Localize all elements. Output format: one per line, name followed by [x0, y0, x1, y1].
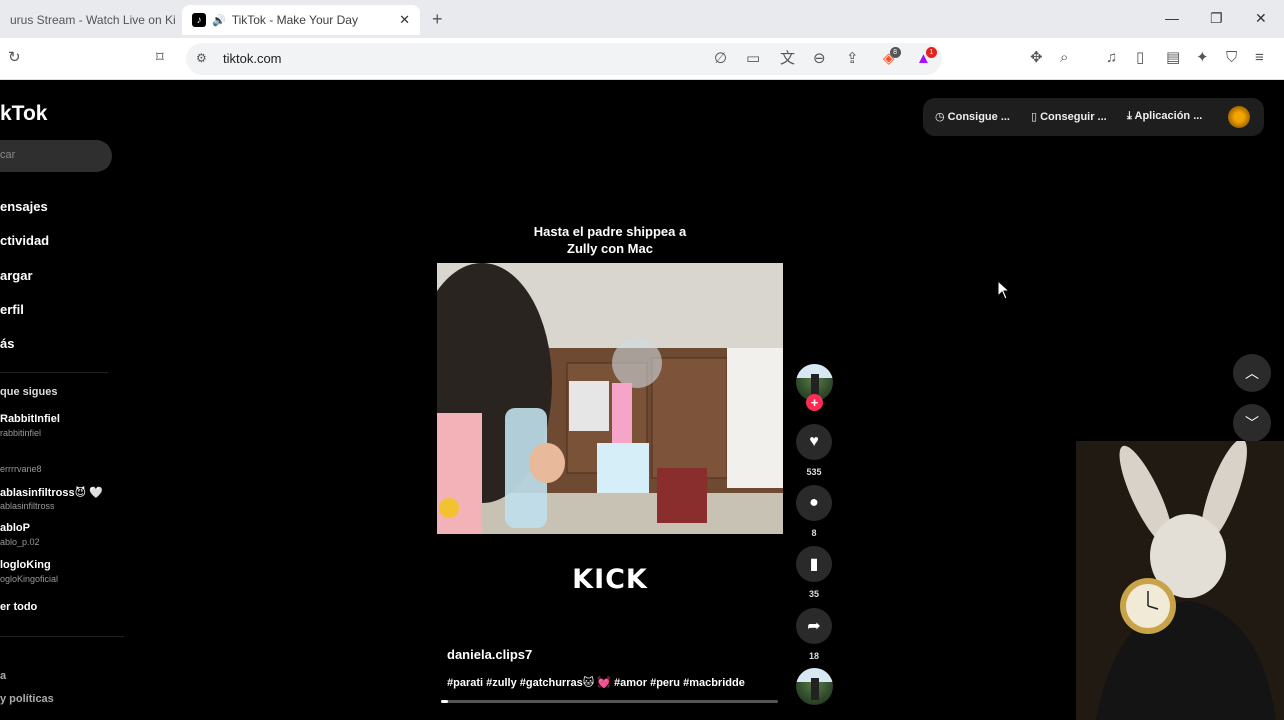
reader-icon[interactable]: ⌕ [1060, 50, 1068, 66]
account-handle: ablasinfiltross [0, 501, 55, 511]
kick-watermark: KICK [572, 564, 648, 595]
sound-avatar-image [796, 668, 833, 700]
tab-title: TikTok - Make Your Day [231, 13, 358, 27]
following-section-title: que sigues [0, 386, 58, 398]
nav-more[interactable]: ás [0, 336, 14, 351]
minimize-button[interactable]: — [1165, 10, 1179, 26]
progress-fill [441, 700, 448, 703]
share-arrow-icon: ➦ [807, 618, 821, 635]
nav-activity[interactable]: ctividad [0, 233, 49, 248]
tab-tiktok[interactable]: ♪ 🔊 TikTok - Make Your Day ✕ [182, 5, 420, 35]
account-name[interactable]: RabbitInfiel [0, 413, 60, 425]
translate-icon[interactable]: 文 [780, 51, 795, 67]
comment-count: 8 [811, 528, 817, 538]
share-button[interactable]: ➦ [796, 608, 832, 644]
bookmark-icon[interactable]: ⌑ [156, 50, 164, 66]
comment-button[interactable]: ● [796, 485, 832, 521]
extensions-icon[interactable]: ✥ [1030, 50, 1043, 66]
tab-kick-stream[interactable]: urus Stream - Watch Live on Kick [0, 5, 176, 35]
like-count: 535 [806, 467, 822, 477]
video-author[interactable]: daniela.clips7 [447, 647, 532, 662]
browser-toolbar: ↻ ⌑ ⚙ tiktok.com ∅ ▭ 文 ⊖ ⇪ ◈ 8 ▲ 1 ✥ ⌕ ♫… [0, 38, 1284, 80]
video-hashtags[interactable]: #parati #zully #gatchurras🐱 💓 #amor #per… [447, 676, 745, 689]
video-caption-overlay: Hasta el padre shippea a Zully con Mac [533, 224, 687, 256]
previous-video-button[interactable]: ︿ [1233, 354, 1271, 392]
white-rabbit-illustration [1076, 441, 1284, 720]
next-video-button[interactable]: ﹀ [1233, 404, 1271, 442]
restore-button[interactable]: ❐ [1210, 10, 1223, 27]
browser-tab-bar: urus Stream - Watch Live on Kick ♪ 🔊 Tik… [0, 0, 1284, 38]
video-player[interactable] [437, 263, 783, 534]
account-handle: ablo_p.02 [0, 537, 40, 547]
save-button[interactable]: ▮ [796, 546, 832, 582]
tiktok-page: kTok car ensajes ctividad argar erfil ás… [0, 80, 1284, 720]
sound-avatar[interactable] [796, 668, 833, 705]
sidebar-divider [0, 372, 108, 373]
new-tab-button[interactable]: + [432, 9, 443, 30]
no-tracking-icon[interactable]: ∅ [714, 51, 727, 67]
chevron-up-icon: ︿ [1245, 365, 1259, 381]
comment-icon: ● [809, 494, 819, 511]
rewards-triangle-icon[interactable]: ▲ 1 [916, 47, 937, 67]
nav-messages[interactable]: ensajes [0, 199, 48, 214]
get-coins-button[interactable]: ◷ Consigue ... [935, 110, 1010, 123]
rewards-count-badge: 1 [925, 47, 937, 58]
site-settings-icon[interactable]: ⚙ [196, 51, 207, 65]
sidebar-toggle-icon[interactable]: ▯ [1136, 50, 1144, 66]
cast-icon[interactable]: ▭ [746, 51, 760, 67]
nav-upload[interactable]: argar [0, 268, 33, 283]
user-avatar[interactable] [1228, 106, 1250, 128]
menu-icon[interactable]: ≡ [1255, 50, 1264, 66]
bookmark-icon: ▮ [809, 556, 819, 573]
follow-button[interactable]: + [806, 394, 823, 411]
heart-icon: ♥ [809, 433, 819, 450]
tiktok-favicon-icon: ♪ [192, 13, 206, 27]
footer-link[interactable]: a [0, 670, 6, 682]
close-window-button[interactable]: ✕ [1255, 10, 1267, 27]
see-all-link[interactable]: er todo [0, 601, 37, 613]
video-progress-bar[interactable] [441, 700, 778, 703]
account-handle: ogloKingoficial [0, 574, 59, 584]
top-actions-bar: ◷ Consigue ... ▯ Conseguir ... ⤓ Aplicac… [923, 98, 1264, 136]
account-name[interactable]: logloKing [0, 559, 51, 571]
nav-profile[interactable]: erfil [0, 302, 24, 317]
tiktok-logo[interactable]: kTok [0, 102, 47, 126]
account-name[interactable]: abloP [0, 522, 30, 534]
tab-title: urus Stream - Watch Live on Kick [10, 13, 176, 27]
search-placeholder: car [0, 149, 16, 161]
url-text: tiktok.com [223, 51, 282, 66]
like-button[interactable]: ♥ [796, 424, 832, 460]
zoom-out-icon[interactable]: ⊖ [813, 51, 826, 67]
address-bar[interactable]: ⚙ tiktok.com ∅ ▭ 文 ⊖ ⇪ ◈ 8 ▲ 1 [186, 43, 942, 75]
account-handle: rabbitinfiel [0, 428, 42, 438]
chevron-down-icon: ﹀ [1245, 415, 1259, 431]
share-count: 18 [808, 651, 819, 661]
close-tab-icon[interactable]: ✕ [399, 12, 410, 28]
account-handle[interactable]: errrrvane8 [0, 464, 42, 474]
save-count: 35 [808, 589, 819, 599]
reload-icon[interactable]: ↻ [8, 50, 21, 66]
account-name[interactable]: ablasinfiltross😈 🤍 [0, 486, 103, 499]
shield-count-badge: 8 [889, 47, 901, 58]
streamer-overlay-image [1076, 441, 1284, 720]
footer-link[interactable]: y políticas [0, 693, 54, 705]
download-app-button[interactable]: ⤓ Aplicación ... [1127, 110, 1202, 123]
vpn-shield-icon[interactable]: ⛉ [1226, 50, 1237, 66]
ai-assistant-icon[interactable]: ✦ [1196, 50, 1209, 66]
mouse-cursor-icon [997, 280, 1011, 300]
get-app-button[interactable]: ▯ Conseguir ... [1031, 110, 1107, 123]
speaker-icon[interactable]: 🔊 [212, 14, 226, 27]
sidebar-divider [0, 636, 124, 637]
wallet-icon[interactable]: ▤ [1166, 50, 1180, 66]
video-frame-image [437, 263, 783, 534]
search-input[interactable]: car [0, 140, 112, 172]
share-icon[interactable]: ⇪ [846, 51, 859, 67]
media-icon[interactable]: ♫ [1106, 50, 1117, 66]
brave-shield-icon[interactable]: ◈ 8 [883, 47, 901, 67]
